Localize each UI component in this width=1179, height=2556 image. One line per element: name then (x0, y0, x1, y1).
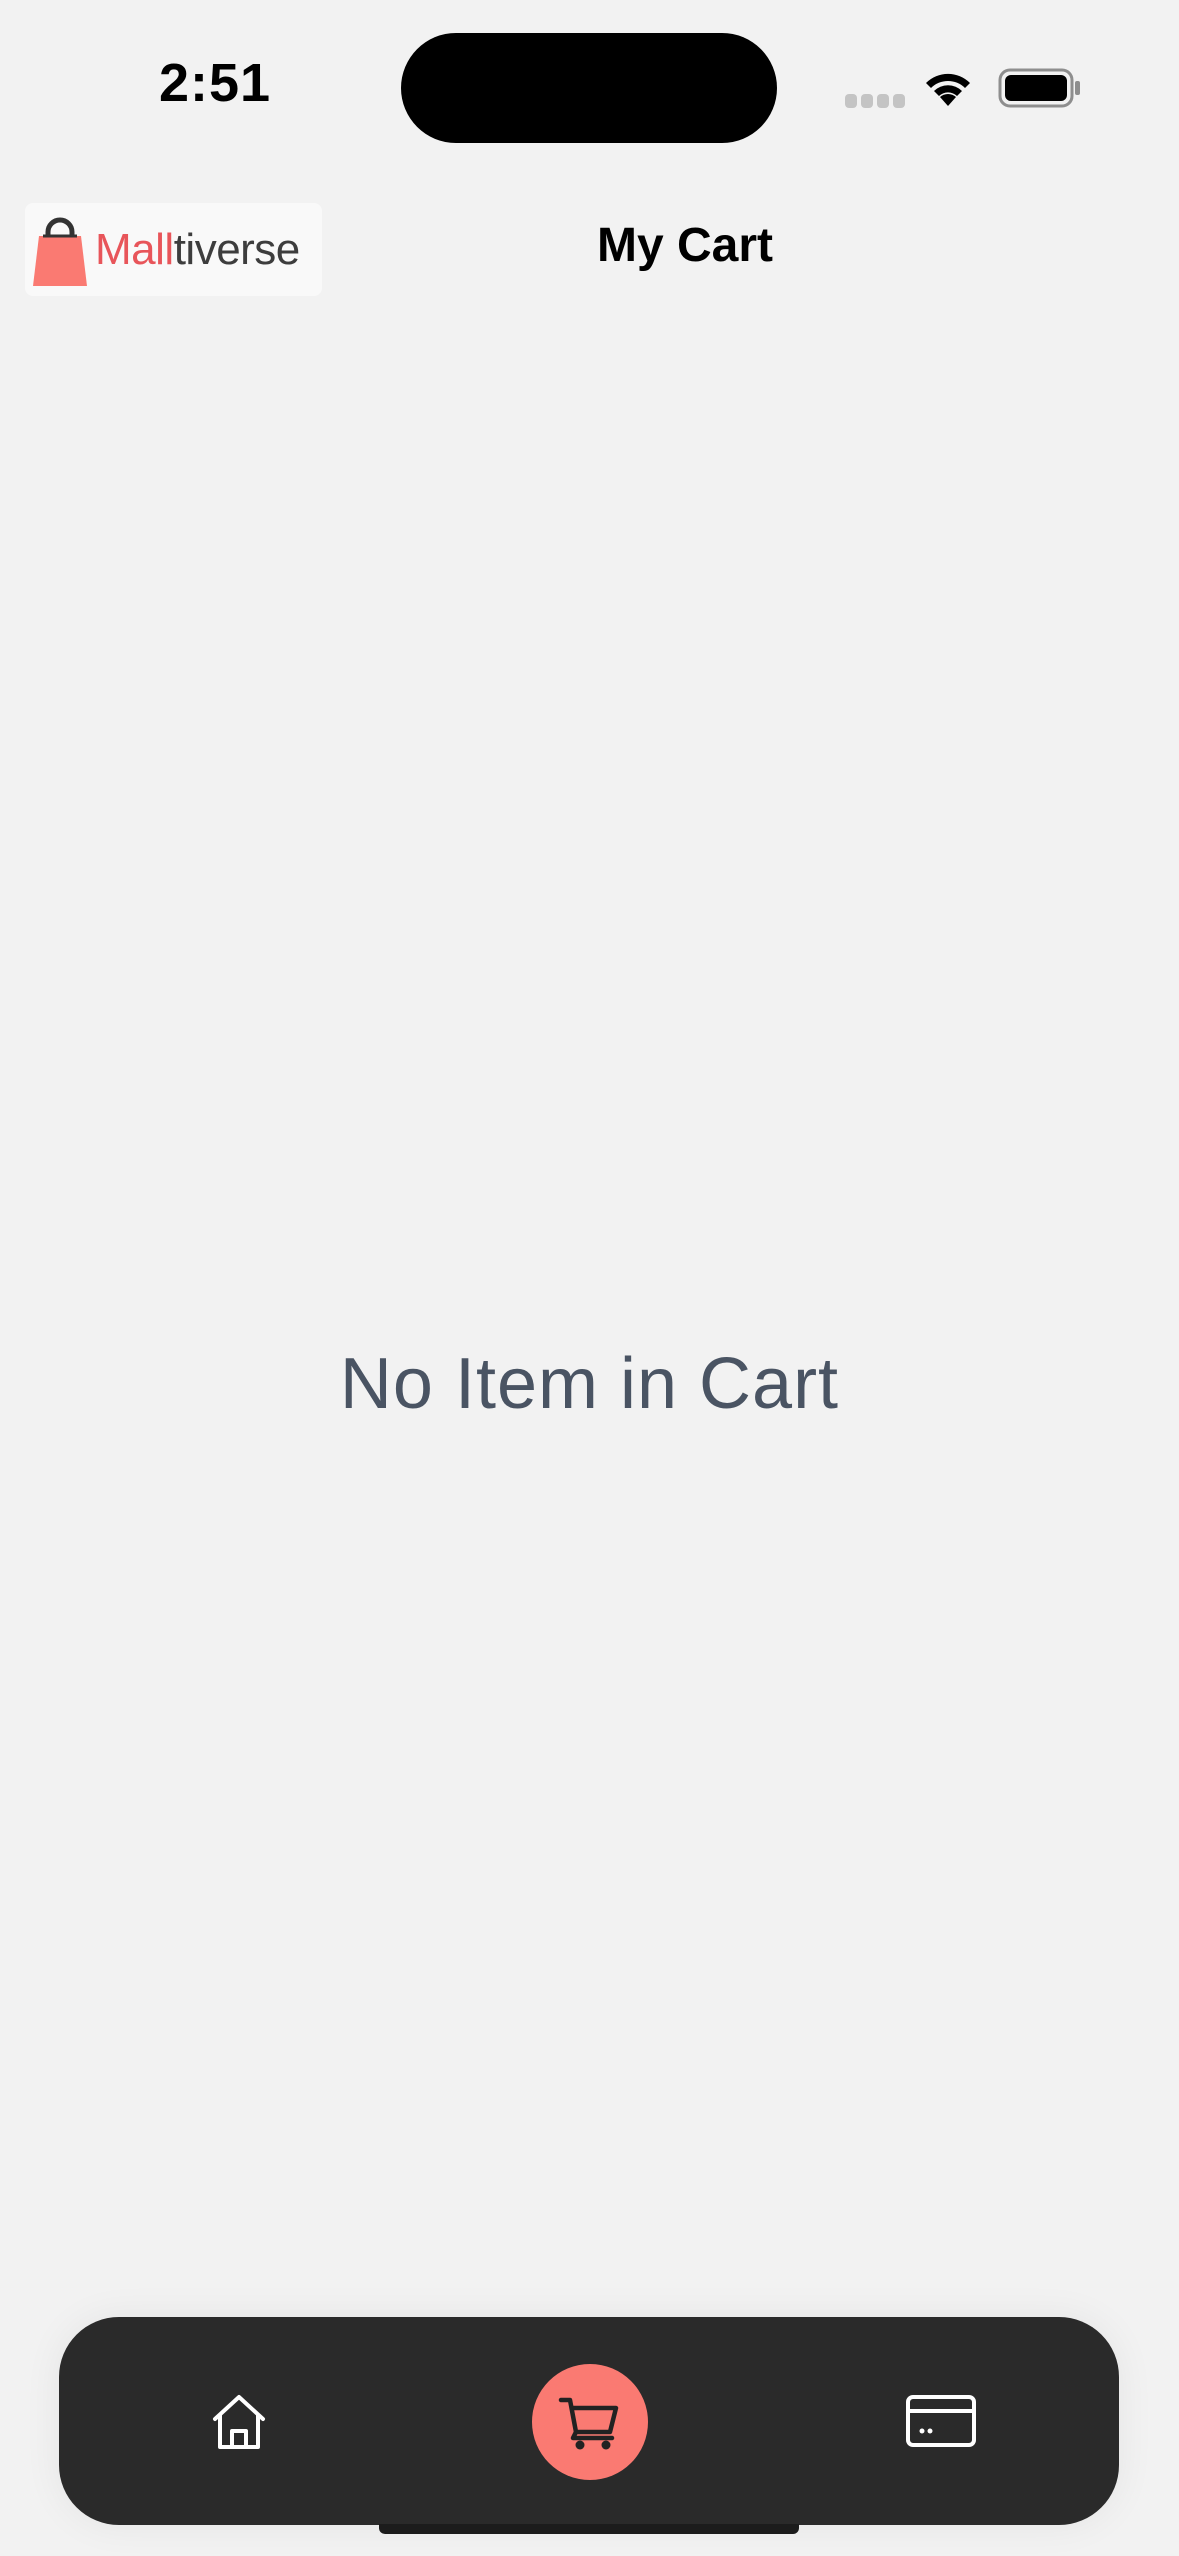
nav-payments-button[interactable] (901, 2381, 981, 2461)
page-title: My Cart (596, 219, 774, 272)
bottom-navigation (59, 2317, 1119, 2525)
home-icon (213, 2395, 265, 2449)
nav-cart-button[interactable] (532, 2364, 648, 2480)
shopping-bag-icon (33, 217, 87, 286)
cart-icon (558, 2397, 619, 2450)
dynamic-island (401, 33, 777, 143)
wifi-icon (926, 73, 970, 106)
status-time: 2:51 (158, 53, 272, 113)
empty-cart-message: No Item in Cart (339, 1344, 840, 1424)
credit-card-icon (906, 2395, 976, 2447)
cart-screen: 2:51 Malltiverse My Cart No Item in Cart (0, 0, 1179, 2556)
nav-home-button[interactable] (199, 2381, 279, 2461)
malltiverse-logo[interactable]: Malltiverse (25, 203, 322, 296)
logo-wordmark: Malltiverse (95, 224, 300, 274)
battery-icon (998, 68, 1080, 108)
home-indicator (379, 2524, 799, 2534)
cellular-signal-icon (845, 94, 905, 108)
